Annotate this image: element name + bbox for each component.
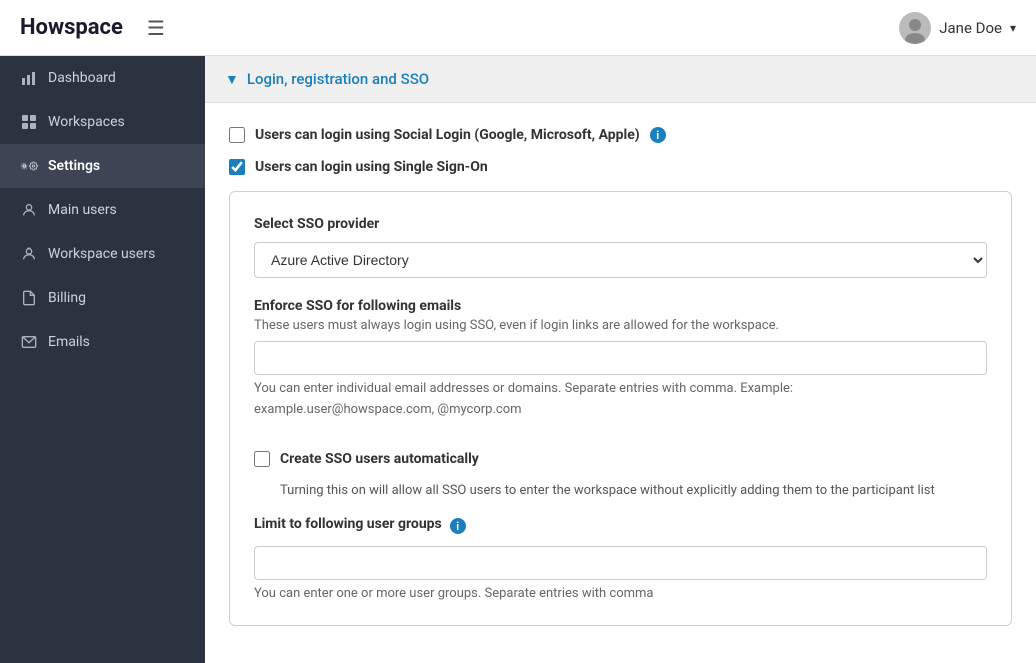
create-auto-checkbox[interactable] (254, 451, 270, 467)
sidebar-item-workspaces[interactable]: Workspaces (0, 100, 205, 144)
provider-label: Select SSO provider (254, 216, 987, 232)
grid-icon (20, 113, 38, 131)
enforce-label: Enforce SSO for following emails (254, 298, 987, 314)
sidebar-item-billing-label: Billing (48, 290, 86, 306)
social-login-checkbox[interactable] (229, 127, 245, 143)
sidebar-item-workspace-users[interactable]: Workspace users (0, 232, 205, 276)
social-login-row: Users can login using Social Login (Goog… (229, 127, 1012, 143)
user-menu[interactable]: Jane Doe ▾ (899, 12, 1016, 44)
sidebar-item-dashboard[interactable]: Dashboard (0, 56, 205, 100)
social-login-info-icon[interactable]: i (650, 127, 666, 143)
limit-groups-input[interactable] (254, 546, 987, 580)
limit-label-row: Limit to following user groups i (254, 516, 987, 536)
sso-login-checkbox[interactable] (229, 159, 245, 175)
sidebar-item-emails-label: Emails (48, 334, 90, 350)
limit-info-icon[interactable]: i (450, 518, 466, 534)
collapse-icon[interactable]: ▼ (225, 71, 239, 88)
person-icon (20, 201, 38, 219)
enforce-email-input[interactable] (254, 341, 987, 375)
sidebar-item-main-users-label: Main users (48, 202, 117, 218)
file-icon (20, 289, 38, 307)
sso-row: Users can login using Single Sign-On (229, 159, 1012, 175)
username-label: Jane Doe (939, 19, 1002, 37)
chevron-down-icon: ▾ (1010, 21, 1016, 35)
sidebar-item-workspaces-label: Workspaces (48, 114, 125, 130)
sidebar: Dashboard Workspaces Settings Main users (0, 56, 205, 663)
sidebar-item-settings[interactable]: Settings (0, 144, 205, 188)
enforce-desc: These users must always login using SSO,… (254, 318, 987, 333)
sidebar-item-billing[interactable]: Billing (0, 276, 205, 320)
main-content-area: ▼ Login, registration and SSO Users can … (205, 56, 1036, 663)
sidebar-item-workspace-users-label: Workspace users (48, 246, 155, 262)
settings-content-panel: Users can login using Social Login (Goog… (205, 103, 1036, 663)
create-auto-desc: Turning this on will allow all SSO users… (280, 483, 987, 498)
enforce-hint-line2: example.user@howspace.com, @mycorp.com (254, 402, 987, 417)
sso-settings-block: Select SSO provider Azure Active Directo… (229, 191, 1012, 626)
social-login-label[interactable]: Users can login using Social Login (Goog… (255, 127, 640, 143)
create-auto-row: Create SSO users automatically (254, 451, 987, 467)
sso-login-label[interactable]: Users can login using Single Sign-On (255, 159, 488, 175)
sidebar-item-dashboard-label: Dashboard (48, 70, 116, 86)
menu-icon[interactable]: ☰ (147, 16, 165, 40)
sidebar-item-settings-label: Settings (48, 158, 100, 174)
create-auto-label[interactable]: Create SSO users automatically (280, 451, 479, 467)
app-logo: Howspace (20, 15, 123, 40)
chart-icon (20, 69, 38, 87)
app-header: Howspace ☰ Jane Doe ▾ (0, 0, 1036, 56)
sidebar-item-emails[interactable]: Emails (0, 320, 205, 364)
sso-provider-select[interactable]: Azure Active Directory Google Okta SAML (254, 242, 987, 278)
sidebar-item-main-users[interactable]: Main users (0, 188, 205, 232)
section-title: Login, registration and SSO (247, 70, 429, 88)
gear-icon (20, 157, 38, 175)
enforce-sso-section: Enforce SSO for following emails These u… (254, 298, 987, 417)
limit-label: Limit to following user groups (254, 516, 442, 532)
limit-hint: You can enter one or more user groups. S… (254, 586, 987, 601)
main-layout: Dashboard Workspaces Settings Main users (0, 56, 1036, 663)
section-header: ▼ Login, registration and SSO (205, 56, 1036, 103)
envelope-icon (20, 333, 38, 351)
enforce-hint-line1: You can enter individual email addresses… (254, 381, 987, 396)
person-badge-icon (20, 245, 38, 263)
avatar (899, 12, 931, 44)
